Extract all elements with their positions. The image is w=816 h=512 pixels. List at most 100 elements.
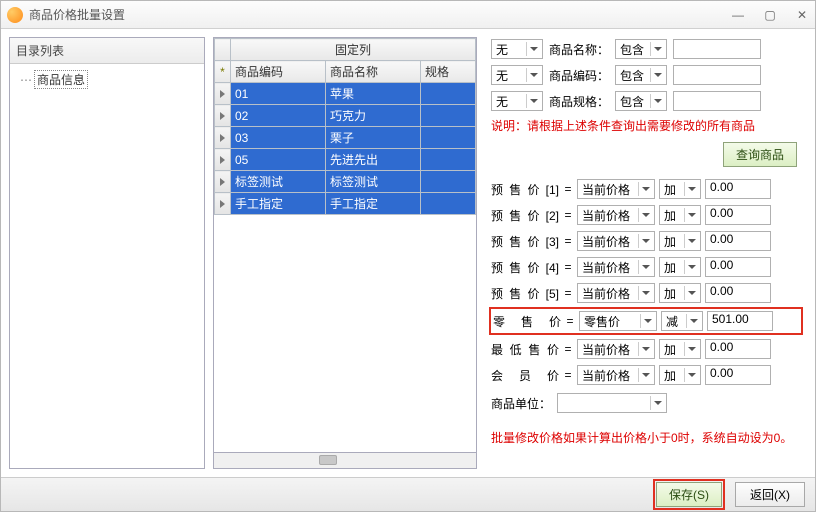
tree-dots-icon: ⋯ <box>20 73 31 87</box>
table-row[interactable]: 05先进先出 <box>215 149 476 171</box>
price-op-select[interactable]: 加 <box>659 179 701 199</box>
equals-sign: = <box>563 342 573 356</box>
table-row[interactable]: 手工指定手工指定 <box>215 193 476 215</box>
close-icon[interactable]: ✕ <box>795 8 809 22</box>
cell-code[interactable]: 03 <box>231 127 326 149</box>
price-base-select[interactable]: 当前价格 <box>577 231 655 251</box>
cell-spec[interactable] <box>420 193 475 215</box>
price-op-select[interactable]: 加 <box>659 205 701 225</box>
price-value-input[interactable]: 0.00 <box>705 283 771 303</box>
grid-col-spec[interactable]: 规格 <box>420 61 475 83</box>
footer: 保存(S) 返回(X) <box>1 477 815 511</box>
row-indicator-icon <box>215 83 231 105</box>
filter-code-contain[interactable]: 包含 <box>615 65 667 85</box>
grid-col-name[interactable]: 商品名称 <box>325 61 420 83</box>
cell-name[interactable]: 先进先出 <box>325 149 420 171</box>
cell-name[interactable]: 巧克力 <box>325 105 420 127</box>
price-row-presale1: 预售价[1]=当前价格加0.00 <box>491 179 801 199</box>
price-op-select[interactable]: 加 <box>659 339 701 359</box>
grid-hscrollbar[interactable] <box>213 453 477 469</box>
price-base-select[interactable]: 当前价格 <box>577 257 655 277</box>
cell-code[interactable]: 05 <box>231 149 326 171</box>
price-value-input[interactable]: 501.00 <box>707 311 773 331</box>
price-base-select[interactable]: 当前价格 <box>577 283 655 303</box>
grid-star-header: * <box>215 61 231 83</box>
price-op-select[interactable]: 加 <box>659 231 701 251</box>
price-base-select[interactable]: 当前价格 <box>577 179 655 199</box>
tree-header: 目录列表 <box>10 38 204 64</box>
row-indicator-icon <box>215 127 231 149</box>
equals-sign: = <box>563 286 573 300</box>
cell-spec[interactable] <box>420 83 475 105</box>
cell-code[interactable]: 标签测试 <box>231 171 326 193</box>
price-op-select[interactable]: 加 <box>659 257 701 277</box>
table-row[interactable]: 02巧克力 <box>215 105 476 127</box>
cell-name[interactable]: 手工指定 <box>325 193 420 215</box>
price-op-select[interactable]: 加 <box>659 365 701 385</box>
filter-name-contain[interactable]: 包含 <box>615 39 667 59</box>
table-row[interactable]: 03栗子 <box>215 127 476 149</box>
back-button[interactable]: 返回(X) <box>735 482 805 507</box>
cell-code[interactable]: 02 <box>231 105 326 127</box>
filter-spec-mode[interactable]: 无 <box>491 91 543 111</box>
cell-code[interactable]: 手工指定 <box>231 193 326 215</box>
filter-name-input[interactable] <box>673 39 761 59</box>
cell-name[interactable]: 苹果 <box>325 83 420 105</box>
price-base-select[interactable]: 当前价格 <box>577 365 655 385</box>
price-row-presale3: 预售价[3]=当前价格加0.00 <box>491 231 801 251</box>
price-row-presale5: 预售价[5]=当前价格加0.00 <box>491 283 801 303</box>
cell-spec[interactable] <box>420 127 475 149</box>
minimize-icon[interactable]: — <box>731 8 745 22</box>
price-base-select[interactable]: 当前价格 <box>577 339 655 359</box>
tree-item-product-info[interactable]: ⋯ 商品信息 <box>10 64 204 95</box>
price-value-input[interactable]: 0.00 <box>705 205 771 225</box>
cell-spec[interactable] <box>420 149 475 171</box>
filter-code-input[interactable] <box>673 65 761 85</box>
price-label: 预售价[3] <box>491 233 559 250</box>
price-value-input[interactable]: 0.00 <box>705 257 771 277</box>
price-value-input[interactable]: 0.00 <box>705 339 771 359</box>
row-indicator-icon <box>215 171 231 193</box>
cell-spec[interactable] <box>420 105 475 127</box>
price-row-retail: 零 售 价 = 零售价减501.00 <box>489 307 803 335</box>
table-row[interactable]: 标签测试标签测试 <box>215 171 476 193</box>
price-label: 最低售价 <box>491 341 559 358</box>
price-op-select[interactable]: 减 <box>661 311 703 331</box>
filter-name-mode[interactable]: 无 <box>491 39 543 59</box>
maximize-icon[interactable]: ▢ <box>763 8 777 22</box>
form-panel: 无 商品名称： 包含 无 商品编码： 包含 无 商品规格： 包含 <box>485 37 807 469</box>
price-base-select[interactable]: 零售价 <box>579 311 657 331</box>
content: 目录列表 ⋯ 商品信息 固定列 * 商品编码 商品名称 规格 <box>1 29 815 477</box>
filter-code-mode[interactable]: 无 <box>491 65 543 85</box>
product-grid[interactable]: 固定列 * 商品编码 商品名称 规格 01苹果02巧克力03栗子05先进先出标签… <box>214 38 476 215</box>
tree-panel: 目录列表 ⋯ 商品信息 <box>9 37 205 469</box>
price-op-select[interactable]: 加 <box>659 283 701 303</box>
price-label: 零 售 价 <box>493 313 561 330</box>
price-value-input[interactable]: 0.00 <box>705 365 771 385</box>
price-row-member: 会 员 价=当前价格加0.00 <box>491 365 801 385</box>
filter-spec-label: 商品规格： <box>549 93 609 110</box>
cell-spec[interactable] <box>420 171 475 193</box>
cell-name[interactable]: 标签测试 <box>325 171 420 193</box>
price-base-select[interactable]: 当前价格 <box>577 205 655 225</box>
equals-sign: = <box>563 260 573 274</box>
row-indicator-icon <box>215 193 231 215</box>
grid-fixed-header: 固定列 <box>231 39 476 61</box>
equals-sign: = <box>563 208 573 222</box>
query-button[interactable]: 查询商品 <box>723 142 797 167</box>
price-value-input[interactable]: 0.00 <box>705 179 771 199</box>
cell-code[interactable]: 01 <box>231 83 326 105</box>
scrollbar-thumb[interactable] <box>319 455 337 465</box>
unit-select[interactable] <box>557 393 667 413</box>
save-button[interactable]: 保存(S) <box>656 482 722 507</box>
filter-spec-input[interactable] <box>673 91 761 111</box>
grid-col-code[interactable]: 商品编码 <box>231 61 326 83</box>
table-row[interactable]: 01苹果 <box>215 83 476 105</box>
filter-spec-contain[interactable]: 包含 <box>615 91 667 111</box>
equals-sign: = <box>565 314 575 328</box>
cell-name[interactable]: 栗子 <box>325 127 420 149</box>
price-row-minprice: 最低售价 = 当前价格加0.00 <box>491 339 801 359</box>
price-value-input[interactable]: 0.00 <box>705 231 771 251</box>
unit-label: 商品单位： <box>491 395 551 412</box>
row-indicator-icon <box>215 105 231 127</box>
